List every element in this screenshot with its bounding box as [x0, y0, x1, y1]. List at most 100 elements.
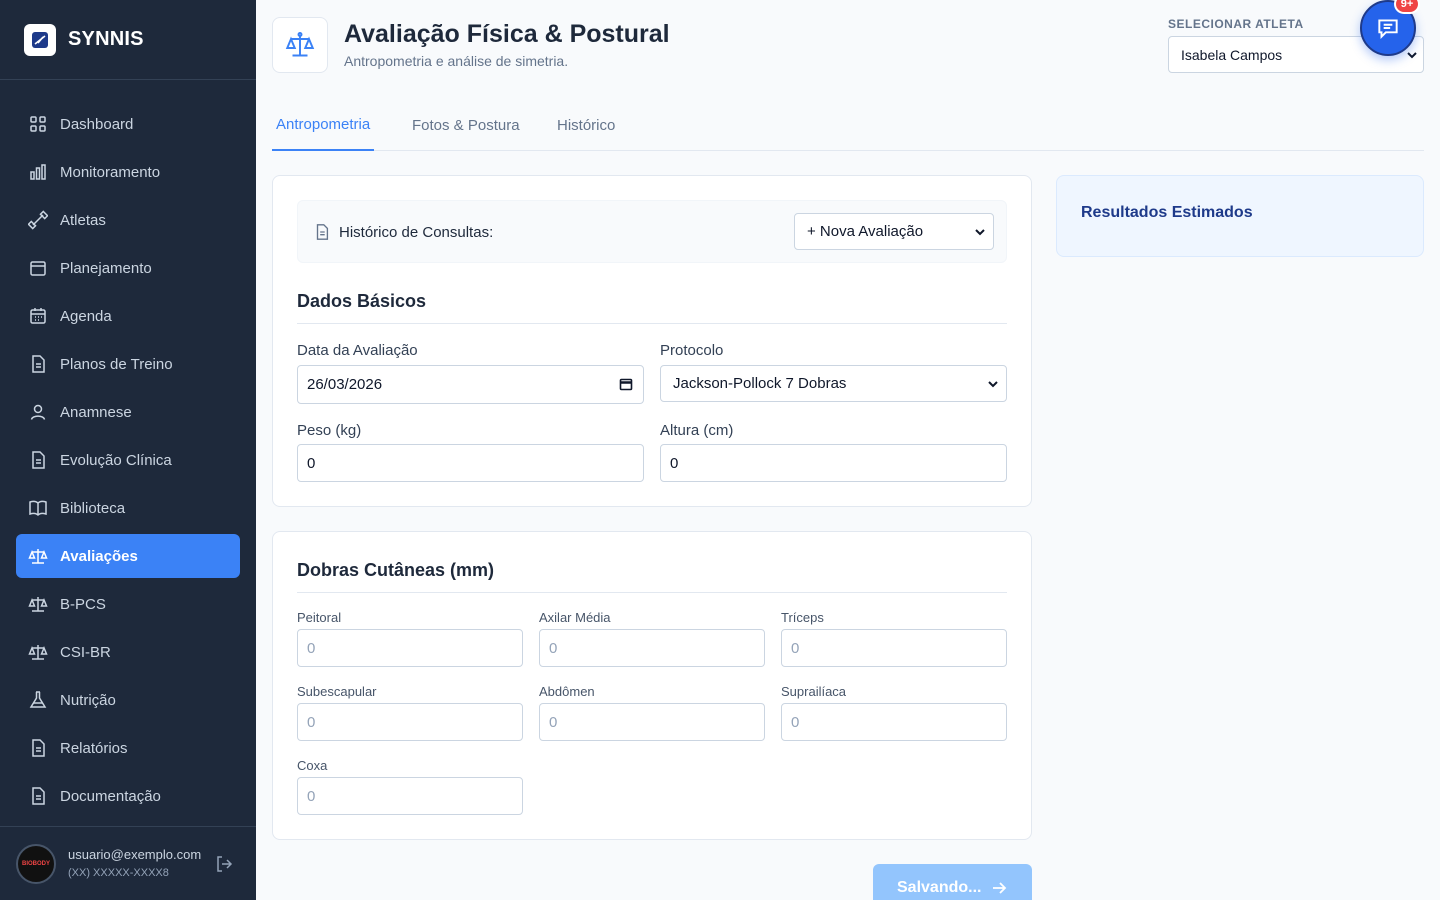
sidebar-item-label: Relatórios	[60, 739, 128, 757]
document-icon	[32, 787, 45, 805]
document-icon	[316, 224, 329, 240]
sidebar-item-label: Biblioteca	[60, 499, 126, 517]
flask-icon	[29, 691, 47, 708]
notification-badge: 9+	[1394, 0, 1420, 14]
skinfold-placeholder: 0	[549, 713, 558, 731]
skinfold-input-suprailiaca[interactable]: 0	[781, 703, 1007, 741]
sidebar-item-avaliacoes[interactable]: Avaliações	[16, 534, 240, 578]
chat-icon	[1378, 19, 1398, 40]
sidebar-item-label: Planejamento	[60, 259, 152, 277]
height-field[interactable]: 0	[660, 444, 1007, 482]
chevron-down-icon	[1407, 52, 1417, 59]
document-icon	[32, 451, 45, 469]
sidebar-item-agenda[interactable]: Agenda	[16, 294, 240, 338]
sidebar-item-evolucao-clinica[interactable]: Evolução Clínica	[16, 438, 240, 482]
tab-historico[interactable]: Histórico	[553, 100, 619, 151]
sidebar-item-label: Documentação	[60, 787, 161, 805]
calendar-blank-icon	[30, 261, 46, 276]
tab-fotos-postura[interactable]: Fotos & Postura	[408, 100, 524, 151]
scale-icon	[28, 597, 48, 612]
sidebar-item-b-pcs[interactable]: B-PCS	[16, 582, 240, 626]
avatar[interactable]: BIOBODY	[16, 843, 56, 884]
user-phone: (XX) XXXXX-XXXX8	[68, 866, 169, 879]
sidebar-item-label: B-PCS	[60, 595, 106, 613]
skinfold-input-triceps[interactable]: 0	[781, 629, 1007, 667]
dumbbell-icon	[28, 210, 48, 230]
grid-icon	[30, 116, 46, 132]
brand[interactable]: SYNNIS	[0, 0, 256, 80]
save-button[interactable]: Salvando...	[873, 864, 1032, 900]
basic-data-card: Histórico de Consultas: + Nova Avaliação…	[272, 175, 1032, 507]
document-icon	[32, 739, 45, 757]
sidebar: SYNNIS Dashboard Monitoramento Atletas P…	[0, 0, 256, 900]
page-title: Avaliação Física & Postural	[344, 20, 670, 48]
skinfold-label-axilar-media: Axilar Média	[539, 610, 611, 625]
skinfold-label-peitoral: Peitoral	[297, 610, 342, 625]
sidebar-item-relatorios[interactable]: Relatórios	[16, 726, 240, 770]
scale-icon	[272, 17, 328, 73]
skinfold-label-subescapular: Subescapular	[297, 684, 377, 699]
sidebar-item-label: Agenda	[60, 307, 112, 325]
sidebar-item-label: Dashboard	[60, 115, 134, 133]
protocol-select[interactable]: Jackson-Pollock 7 Dobras	[660, 365, 1007, 402]
save-button-label: Salvando...	[897, 879, 982, 896]
tab-bar: Antropometria Fotos & Postura Histórico	[272, 100, 1424, 151]
sidebar-item-label: Monitoramento	[60, 163, 161, 181]
document-icon	[32, 355, 45, 373]
history-select-value: + Nova Avaliação	[807, 223, 924, 240]
sidebar-item-label: Avaliações	[60, 547, 138, 565]
tab-antropometria[interactable]: Antropometria	[272, 100, 375, 151]
sidebar-item-label: Nutrição	[60, 691, 116, 709]
user-email: usuario@exemplo.com	[68, 846, 202, 862]
chevron-down-icon	[975, 229, 985, 236]
weight-field[interactable]: 0	[297, 444, 644, 482]
protocol-label: Protocolo	[660, 342, 724, 359]
date-field[interactable]: 26/03/2026	[297, 365, 644, 404]
skinfold-input-abdomen[interactable]: 0	[539, 703, 765, 741]
skinfold-placeholder: 0	[549, 639, 558, 657]
sidebar-item-label: Planos de Treino	[60, 355, 173, 373]
skinfold-placeholder: 0	[791, 639, 800, 657]
app-name: SYNNIS	[68, 28, 144, 50]
height-label: Altura (cm)	[660, 422, 734, 439]
sidebar-item-atletas[interactable]: Atletas	[16, 198, 240, 242]
athlete-select-label: SELECIONAR ATLETA	[1168, 17, 1304, 31]
sidebar-item-documentacao[interactable]: Documentação	[16, 774, 240, 818]
arrow-right-icon	[993, 882, 1007, 894]
sidebar-nav: Dashboard Monitoramento Atletas Planejam…	[16, 102, 240, 822]
sidebar-item-planos-de-treino[interactable]: Planos de Treino	[16, 342, 240, 386]
sidebar-item-planejamento[interactable]: Planejamento	[16, 246, 240, 290]
user-icon	[30, 404, 46, 420]
sidebar-item-label: CSI-BR	[60, 643, 111, 661]
skinfold-input-axilar-media[interactable]: 0	[539, 629, 765, 667]
skinfold-placeholder: 0	[307, 639, 316, 657]
date-value: 26/03/2026	[307, 376, 383, 393]
chevron-down-icon	[988, 381, 998, 388]
sidebar-item-monitoramento[interactable]: Monitoramento	[16, 150, 240, 194]
sidebar-item-nutricao[interactable]: Nutrição	[16, 678, 240, 722]
skinfold-label-suprailiaca: Suprailíaca	[781, 684, 847, 699]
skinfold-label-triceps: Tríceps	[781, 610, 824, 625]
calendar-icon	[30, 308, 46, 324]
skinfold-input-subescapular[interactable]: 0	[297, 703, 523, 741]
sidebar-item-biblioteca[interactable]: Biblioteca	[16, 486, 240, 530]
date-label: Data da Avaliação	[297, 342, 418, 359]
scale-icon	[28, 645, 48, 660]
sidebar-item-label: Anamnese	[60, 403, 132, 421]
section-title-skinfolds: Dobras Cutâneas (mm)	[297, 560, 495, 580]
history-select[interactable]: + Nova Avaliação	[794, 213, 994, 250]
weight-label: Peso (kg)	[297, 422, 362, 439]
calendar-icon[interactable]	[619, 377, 633, 391]
sidebar-item-anamnese[interactable]: Anamnese	[16, 390, 240, 434]
book-icon	[29, 500, 47, 517]
skinfold-input-peitoral[interactable]: 0	[297, 629, 523, 667]
skinfolds-card: Dobras Cutâneas (mm) Peitoral 0 Axilar M…	[272, 531, 1032, 840]
skinfold-input-coxa[interactable]: 0	[297, 777, 523, 815]
skinfold-placeholder: 0	[791, 713, 800, 731]
sidebar-item-dashboard[interactable]: Dashboard	[16, 102, 240, 146]
sidebar-item-csi-br[interactable]: CSI-BR	[16, 630, 240, 674]
scale-icon	[28, 549, 48, 564]
logout-icon[interactable]	[214, 854, 234, 874]
skinfold-placeholder: 0	[307, 787, 316, 805]
history-box: Histórico de Consultas: + Nova Avaliação	[297, 200, 1007, 263]
